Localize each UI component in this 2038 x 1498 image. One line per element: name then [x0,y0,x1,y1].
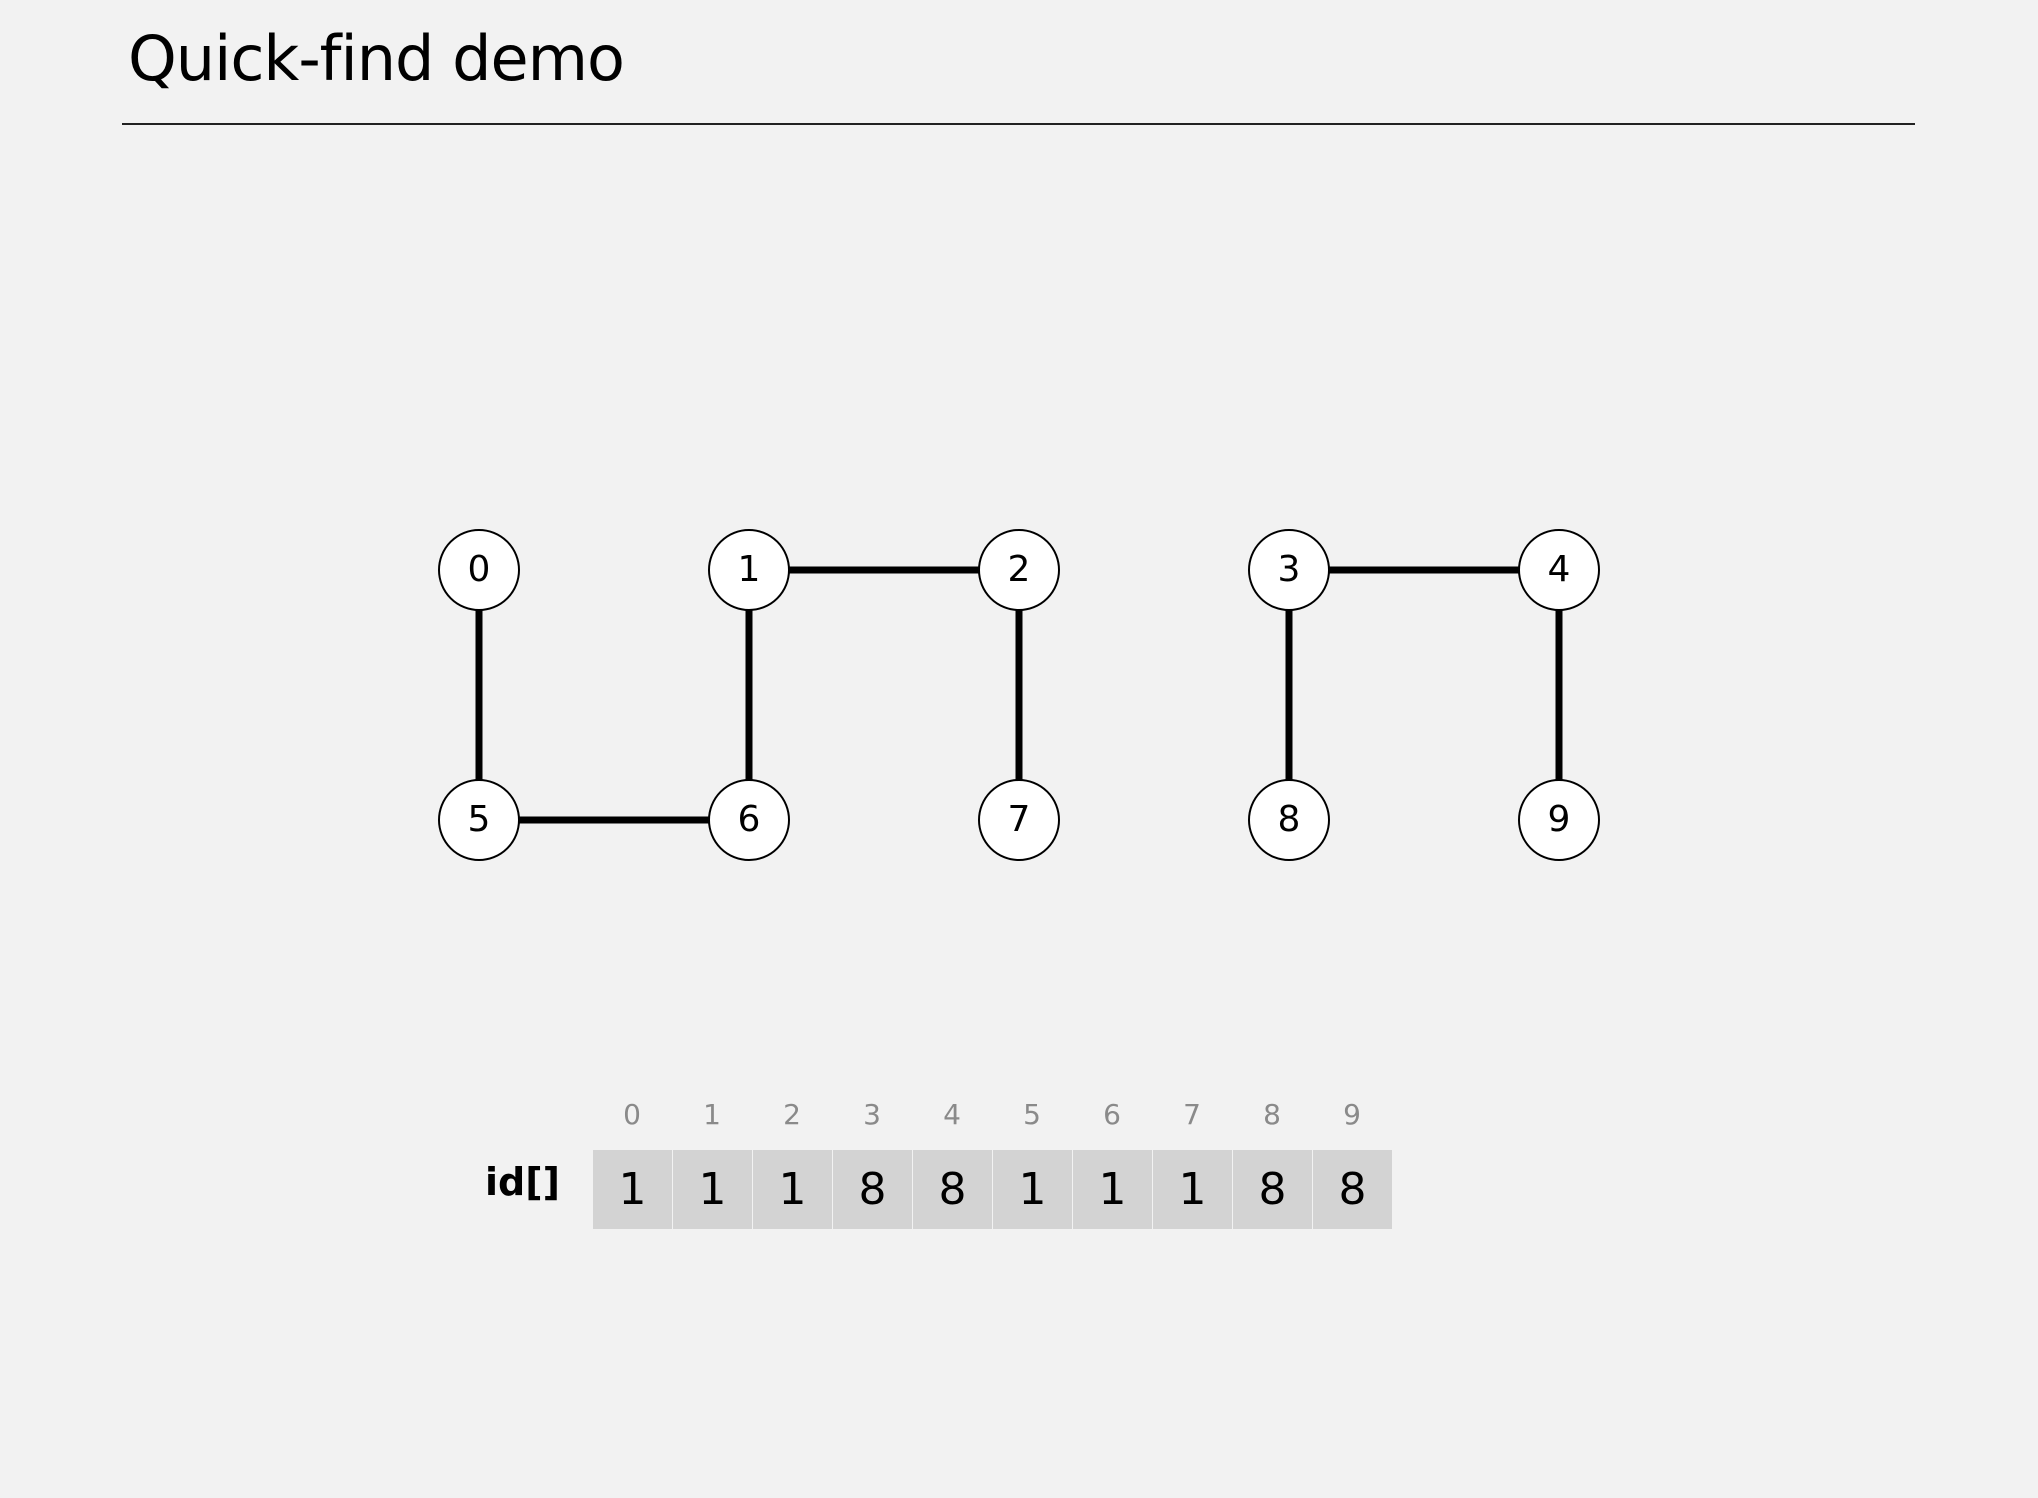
node-label: 1 [738,549,761,590]
graph-node-1: 1 [708,529,790,611]
node-label: 7 [1008,799,1031,840]
array-cell: 8 [833,1150,912,1229]
array-cell: 8 [1313,1150,1392,1229]
index-label: 8 [1263,1098,1281,1131]
index-label: 7 [1183,1098,1201,1131]
node-label: 8 [1278,799,1301,840]
node-label: 9 [1548,799,1571,840]
graph-node-8: 8 [1248,779,1330,861]
graph-node-6: 6 [708,779,790,861]
index-label: 2 [783,1098,801,1131]
array-cell: 1 [1153,1150,1232,1229]
graph-node-2: 2 [978,529,1060,611]
union-find-graph: 0 1 2 3 4 5 6 7 8 9 [438,529,1600,861]
node-label: 3 [1278,549,1301,590]
graph-node-9: 9 [1518,779,1600,861]
array-cell: 1 [1073,1150,1152,1229]
node-label: 2 [1008,549,1031,590]
graph-node-7: 7 [978,779,1060,861]
graph-node-4: 4 [1518,529,1600,611]
graph-node-5: 5 [438,779,520,861]
node-label: 6 [738,799,761,840]
index-label: 6 [1103,1098,1121,1131]
node-label: 0 [468,549,491,590]
graph-node-0: 0 [438,529,520,611]
index-label: 5 [1023,1098,1041,1131]
node-label: 5 [468,799,491,840]
index-label: 4 [943,1098,961,1131]
index-label: 1 [703,1098,721,1131]
index-label: 0 [623,1098,641,1131]
array-cell: 1 [753,1150,832,1229]
index-label: 9 [1343,1098,1361,1131]
index-label: 3 [863,1098,881,1131]
graph-node-3: 3 [1248,529,1330,611]
array-cell: 8 [1233,1150,1312,1229]
array-name-label: id[] [485,1160,560,1204]
array-cell: 1 [673,1150,752,1229]
array-cell: 1 [593,1150,672,1229]
node-label: 4 [1548,549,1571,590]
array-cell: 1 [993,1150,1072,1229]
array-cell: 8 [913,1150,992,1229]
